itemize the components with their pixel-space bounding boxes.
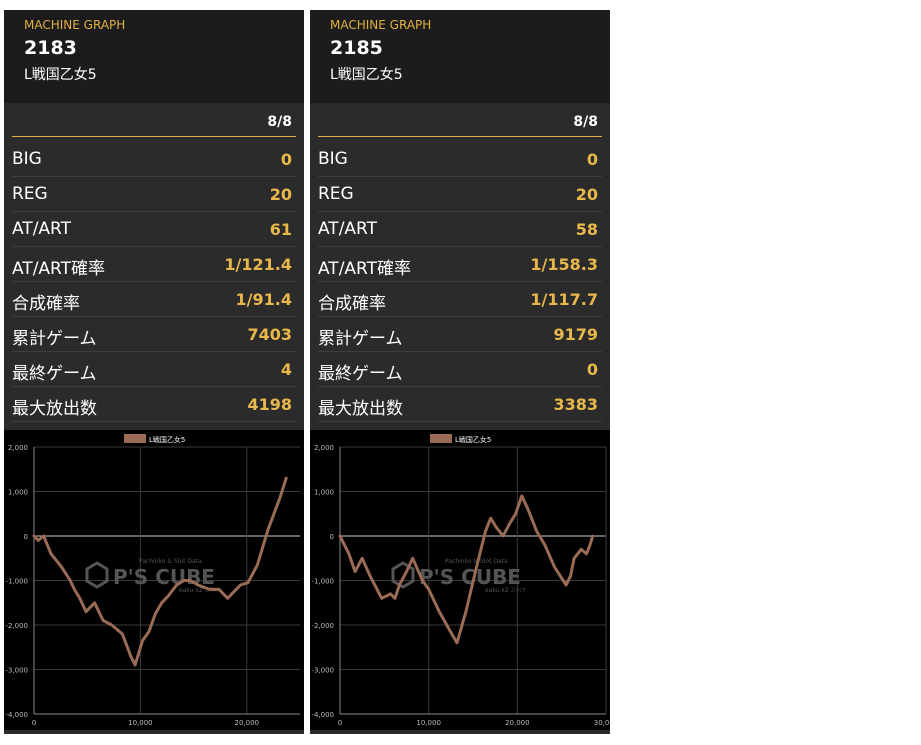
y-tick-label: -1,000 (5, 578, 28, 586)
stat-label: REG (318, 184, 354, 204)
stat-label: AT/ART (12, 219, 72, 239)
stat-label: 合成確率 (318, 294, 386, 314)
legend-label: L戦国乙女5 (455, 435, 491, 444)
watermark-cube-icon (85, 561, 109, 589)
machine-name: L戦国乙女5 (330, 67, 403, 83)
stat-label: 最終ゲーム (12, 364, 97, 384)
stat-value: 20 (269, 185, 292, 204)
x-tick-label: 0 (32, 719, 36, 727)
slump-graph: L戦国乙女5 2,000 1,000 0 -1,000 -2,000 -3,000 -4,00… (4, 430, 304, 730)
stat-value: 0 (586, 150, 598, 169)
stat-row-total-games: 累計ゲーム 7403 (12, 317, 296, 352)
stat-label: BIG (12, 149, 42, 169)
y-tick-label: 2,000 (8, 444, 28, 452)
stat-value: 0 (586, 360, 598, 379)
date-row: 8/8 (318, 103, 602, 137)
stat-row-max-payout: 最大放出数 3383 (318, 387, 602, 422)
machine-number: 2183 (24, 37, 77, 59)
stat-value: 9179 (553, 325, 598, 344)
stat-row-at-art: AT/ART 61 (12, 212, 296, 247)
stat-row-reg: REG 20 (12, 177, 296, 212)
y-tick-label: 1,000 (8, 489, 28, 497)
stats-list: BIG 0 REG 20 AT/ART 58 AT/ART確率 1/158.3 合成確率… (318, 142, 602, 422)
x-tick-label: 10,000 (416, 719, 441, 727)
slump-graph: L戦国乙女5 2,000 1,000 0 -1,000 -2,000 -3,000 -4,00… (310, 430, 610, 730)
legend-swatch (430, 434, 452, 443)
machine-name: L戦国乙女5 (24, 67, 97, 83)
stat-value: 1/117.7 (530, 290, 598, 309)
stat-label: REG (12, 184, 48, 204)
legend-label: L戦国乙女5 (149, 435, 185, 444)
header-label: MACHINE GRAPH (24, 18, 126, 32)
x-tick-label: 10,000 (128, 719, 153, 727)
stat-row-last-games: 最終ゲーム 4 (12, 352, 296, 387)
y-tick-label: -3,000 (311, 667, 334, 675)
stat-label: AT/ART確率 (12, 259, 106, 279)
stat-value: 7403 (247, 325, 292, 344)
y-tick-label: 2,000 (314, 444, 334, 452)
y-tick-label: -2,000 (5, 622, 28, 630)
stat-row-big: BIG 0 (12, 142, 296, 177)
stat-row-at-art-rate: AT/ART確率 1/121.4 (12, 247, 296, 282)
machine-panel-2: MACHINE GRAPH 2185 L戦国乙女5 8/8 BIG 0 REG 20… (310, 10, 610, 734)
stat-row-at-art: AT/ART 58 (318, 212, 602, 247)
stat-row-reg: REG 20 (318, 177, 602, 212)
stat-label: AT/ART (318, 219, 378, 239)
y-tick-label: 0 (330, 533, 334, 541)
y-tick-label: 1,000 (314, 489, 334, 497)
stat-value: 1/158.3 (530, 255, 598, 274)
stat-value: 4198 (247, 395, 292, 414)
y-tick-label: -4,000 (311, 711, 334, 719)
y-tick-label: -2,000 (311, 622, 334, 630)
legend-swatch (124, 434, 146, 443)
stat-value: 1/91.4 (235, 290, 292, 309)
date-label: 8/8 (573, 114, 598, 130)
stat-label: AT/ART確率 (318, 259, 412, 279)
stat-label: 累計ゲーム (318, 329, 403, 349)
y-tick-label: -1,000 (311, 578, 334, 586)
watermark-tagline: Pachinko & Slot Data (139, 558, 202, 565)
slump-chart-svg: L戦国乙女5 2,000 1,000 0 -1,000 -2,000 -3,000 -4,00… (311, 434, 610, 727)
y-tick-label: -3,000 (5, 667, 28, 675)
stat-label: 最大放出数 (12, 399, 97, 419)
x-tick-label: 30,000 (594, 719, 610, 727)
stat-row-total-games: 累計ゲーム 9179 (318, 317, 602, 352)
machine-number: 2185 (330, 37, 383, 59)
stat-value: 58 (575, 220, 598, 239)
stat-row-max-payout: 最大放出数 4198 (12, 387, 296, 422)
stat-value: 20 (575, 185, 598, 204)
machine-panel-1: MACHINE GRAPH 2183 L戦国乙女5 8/8 BIG 0 REG 20… (4, 10, 304, 734)
stat-label: 合成確率 (12, 294, 80, 314)
stat-row-big: BIG 0 (318, 142, 602, 177)
stat-value: 0 (280, 150, 292, 169)
stat-value: 4 (280, 360, 292, 379)
stats-list: BIG 0 REG 20 AT/ART 61 AT/ART確率 1/121.4 合成確率… (12, 142, 296, 422)
panel-header: MACHINE GRAPH 2185 L戦国乙女5 (310, 10, 610, 103)
x-tick-label: 20,000 (505, 719, 530, 727)
stat-row-combined-rate: 合成確率 1/117.7 (318, 282, 602, 317)
y-tick-label: 0 (24, 533, 28, 541)
slump-chart-svg: L戦国乙女5 2,000 1,000 0 -1,000 -2,000 -3,000 -4,00… (5, 434, 300, 727)
stat-label: BIG (318, 149, 348, 169)
watermark-brand: P'S CUBE (419, 565, 521, 589)
stat-label: 最終ゲーム (318, 364, 403, 384)
date-row: 8/8 (12, 103, 296, 137)
stat-label: 最大放出数 (318, 399, 403, 419)
stat-value: 3383 (553, 395, 598, 414)
stat-label: 累計ゲーム (12, 329, 97, 349)
stat-value: 1/121.4 (224, 255, 292, 274)
date-label: 8/8 (267, 114, 292, 130)
x-tick-label: 20,000 (235, 719, 260, 727)
stat-row-at-art-rate: AT/ART確率 1/158.3 (318, 247, 602, 282)
header-label: MACHINE GRAPH (330, 18, 432, 32)
stat-row-last-games: 最終ゲーム 0 (318, 352, 602, 387)
watermark-subline: eaku x2 ｺﾝﾃﾝﾂ (485, 587, 526, 594)
stat-value: 61 (269, 220, 292, 239)
x-tick-label: 0 (338, 719, 342, 727)
y-tick-label: -4,000 (5, 711, 28, 719)
panel-header: MACHINE GRAPH 2183 L戦国乙女5 (4, 10, 304, 103)
stat-row-combined-rate: 合成確率 1/91.4 (12, 282, 296, 317)
